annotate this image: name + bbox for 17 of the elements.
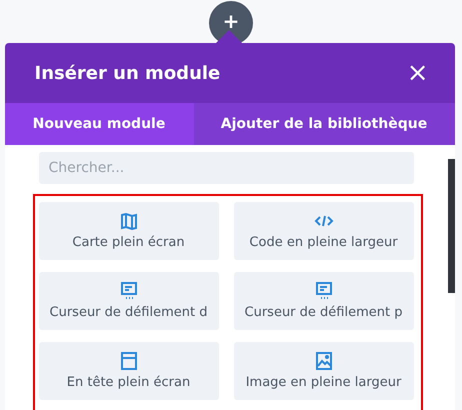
module-card[interactable]: Curseur de défilement d <box>38 272 218 330</box>
module-card[interactable]: Curseur de défilement p <box>234 272 414 330</box>
tab[interactable]: Nouveau module <box>4 103 194 145</box>
search-field[interactable]: Chercher... <box>38 152 414 184</box>
module-card[interactable]: Carte plein écran <box>38 202 218 260</box>
tab[interactable]: Ajouter de la bibliothèque <box>194 103 454 145</box>
close-button[interactable]: × <box>406 60 428 86</box>
header-icon <box>118 352 138 370</box>
module-card[interactable]: Code en pleine largeur <box>234 202 414 260</box>
slider-icon <box>314 282 334 300</box>
slider-icon <box>118 282 138 300</box>
image-icon <box>314 352 334 370</box>
module-card[interactable]: Image en pleine largeur <box>234 342 414 400</box>
scrollbar-thumb[interactable] <box>448 159 454 293</box>
map-icon <box>118 212 138 230</box>
module-card[interactable]: En tête plein écran <box>38 342 218 400</box>
dialog-title: Insérer un module <box>34 62 220 84</box>
